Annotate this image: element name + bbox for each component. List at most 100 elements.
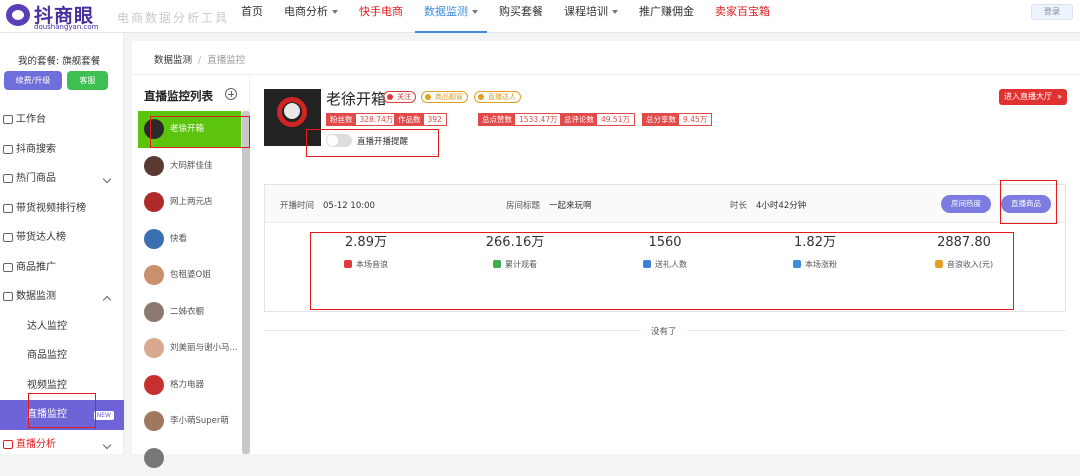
streamer-item-name: 李小萌Super萌 [170, 416, 229, 426]
metric-label: 累计观看 [505, 260, 537, 269]
streamer-item[interactable]: 快看 [138, 221, 241, 258]
chevron-down-icon [612, 10, 618, 14]
sidebar-item-label: 直播分析 [16, 439, 56, 450]
sidebar-item-1[interactable]: 抖商搜索 [0, 135, 124, 165]
profile-stat-key: 总评论数 [561, 114, 597, 125]
profile-tag[interactable]: 关注 [383, 91, 416, 103]
metric-label-row: 送礼人数 [600, 259, 730, 270]
hot-goods-icon [3, 174, 13, 183]
sidebar-item-9[interactable]: 视频监控 [0, 371, 124, 401]
streamer-item[interactable]: 李小萌Super萌 [138, 403, 241, 440]
streamer-item[interactable]: 网上两元店 [138, 184, 241, 221]
sidebar-item-11[interactable]: 直播分析 [0, 430, 124, 460]
end-text: 没有了 [641, 325, 687, 337]
breadcrumb: 数据监测/直播监控 [154, 52, 245, 66]
profile-stat-value: 9.45万 [679, 114, 711, 125]
profile-tag[interactable]: 直播达人 [474, 91, 521, 103]
nav-item-5[interactable]: 课程培训 [555, 0, 627, 33]
gift-icon [643, 260, 651, 268]
avatar [144, 192, 164, 212]
chart-icon [3, 292, 13, 301]
room-heat-button[interactable]: 房间热度 [941, 195, 991, 213]
breadcrumb-root[interactable]: 数据监测 [154, 55, 192, 66]
room-title: 房间标题一起来玩啊 [506, 199, 592, 211]
main-content: 数据监测/直播监控 直播监控列表 老徐开箱大码胖佳佳网上两元店快看包租婆O姐二姊… [132, 41, 1080, 454]
live-list-title: 直播监控列表 [144, 88, 213, 104]
fans-icon [793, 260, 801, 268]
profile-stat-value: 1533.47万 [515, 114, 562, 125]
streamer-item-name: 老徐开箱 [170, 124, 204, 134]
streamer-item[interactable]: 老徐开箱 [138, 111, 241, 148]
duration-value: 4小时42分钟 [756, 201, 806, 211]
live-alert-toggle[interactable] [326, 134, 352, 147]
profile-stat: 总分享数9.45万 [642, 113, 712, 126]
new-badge: NEW [94, 411, 114, 420]
metric-value: 1560 [600, 233, 730, 253]
service-button[interactable]: 客服 [67, 71, 108, 90]
streamer-item[interactable]: 格力电器 [138, 367, 241, 404]
profile-stat-value: 392 [424, 114, 446, 125]
metric-value: 1.82万 [750, 233, 880, 253]
start-time-value: 05-12 10:00 [323, 201, 375, 211]
metric-item: 2887.80音浪收入(元) [899, 233, 1029, 270]
streamer-item[interactable]: 包租婆O姐 [138, 257, 241, 294]
chevron-up-icon [103, 296, 111, 304]
nav-item-7[interactable]: 卖家百宝箱 [706, 0, 779, 33]
sidebar-item-2[interactable]: 热门商品 [0, 164, 124, 194]
sidebar-item-5[interactable]: 商品推广 [0, 253, 124, 283]
tag-icon [425, 94, 431, 100]
metric-label-row: 音浪收入(元) [899, 259, 1029, 270]
avatar [144, 448, 164, 468]
streamer-item[interactable]: 二姊衣橱 [138, 294, 241, 331]
streamer-item[interactable]: 刘美丽与谢小马... [138, 330, 241, 367]
nav-item-6[interactable]: 推广赚佣金 [630, 0, 703, 33]
sidebar-item-7[interactable]: 达人监控 [0, 312, 124, 342]
session-header: 开播时间05-12 10:00 房间标题一起来玩啊 时长4小时42分钟 房间热度… [265, 185, 1065, 223]
user-chip[interactable]: 登录 [1031, 4, 1073, 20]
coin-icon [935, 260, 943, 268]
sidebar-item-4[interactable]: 带货达人榜 [0, 223, 124, 253]
nav-item-3[interactable]: 数据监测 [415, 0, 487, 33]
scrollbar-thumb[interactable] [242, 111, 250, 454]
nav-item-label: 卖家百宝箱 [715, 5, 770, 18]
talent-icon [3, 233, 13, 242]
streamer-item[interactable]: 大码胖佳佳 [138, 148, 241, 185]
promo-icon [3, 263, 13, 272]
enter-live-hall-button[interactable]: 进入直播大厅 [999, 89, 1067, 105]
streamer-avatar [264, 89, 321, 146]
breadcrumb-separator: / [198, 55, 201, 66]
profile-stat-key: 作品数 [395, 114, 424, 125]
sidebar-item-8[interactable]: 商品监控 [0, 341, 124, 371]
live-goods-button[interactable]: 直播商品 [1001, 195, 1051, 213]
package-label: 我的套餐: 旗舰套餐 [18, 53, 100, 67]
profile-tag-label: 商品橱窗 [435, 93, 463, 101]
sidebar-item-10[interactable]: 直播监控NEW [0, 400, 124, 430]
nav-item-0[interactable]: 首页 [232, 0, 272, 33]
sidebar-item-0[interactable]: 工作台 [0, 105, 124, 135]
streamer-item-name: 包租婆O姐 [170, 270, 211, 280]
avatar [144, 229, 164, 249]
top-nav-bar: 抖商眼 doushangyan.com 电商数据分析工具 首页电商分析快手电商数… [0, 0, 1080, 33]
avatar [144, 302, 164, 322]
metric-label-row: 本场涨粉 [750, 259, 880, 270]
streamer-item-name: 二姊衣橱 [170, 307, 204, 317]
metric-item: 1560 送礼人数 [600, 233, 730, 270]
profile-tag[interactable]: 商品橱窗 [421, 91, 468, 103]
sidebar-item-6[interactable]: 数据监测 [0, 282, 124, 312]
sidebar-item-label: 工作台 [16, 114, 46, 125]
live-list-panel: 直播监控列表 老徐开箱大码胖佳佳网上两元店快看包租婆O姐二姊衣橱刘美丽与谢小马.… [132, 75, 250, 454]
nav-item-1[interactable]: 电商分析 [275, 0, 347, 33]
nav-item-4[interactable]: 购买套餐 [490, 0, 552, 33]
streamer-item-name: 快看 [170, 234, 187, 244]
upgrade-button[interactable]: 续费/升级 [4, 71, 62, 90]
tag-icon [387, 94, 393, 100]
streamer-item[interactable] [138, 440, 241, 476]
add-icon[interactable] [225, 88, 237, 100]
sidebar-item-3[interactable]: 带货视频排行榜 [0, 194, 124, 224]
nav-item-label: 课程培训 [564, 5, 608, 18]
nav-item-2[interactable]: 快手电商 [350, 0, 412, 33]
tag-icon [478, 94, 484, 100]
session-metrics: 2.89万本场音浪266.16万累计观看1560送礼人数1.82万本场涨粉288… [265, 233, 1065, 293]
streamer-item-name: 格力电器 [170, 380, 204, 390]
logo[interactable]: 抖商眼 doushangyan.com [6, 2, 116, 32]
